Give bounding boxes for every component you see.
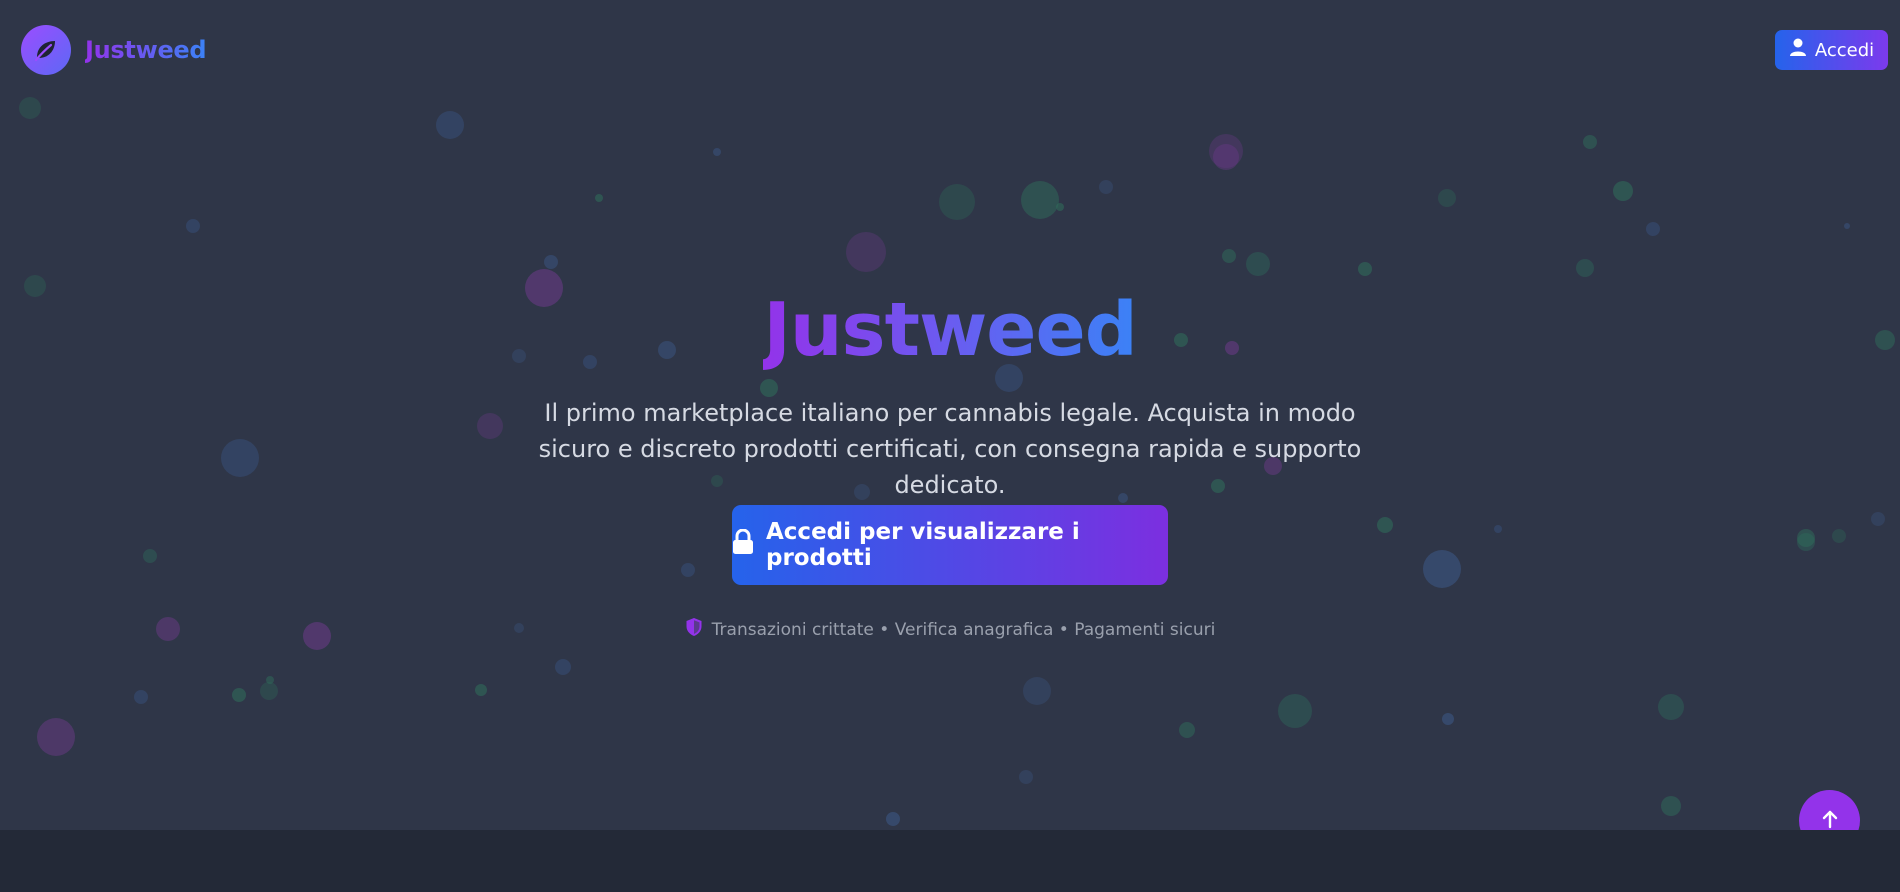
- bubble-decoration: [436, 111, 464, 139]
- login-to-view-products-button[interactable]: Accedi per visualizzare i prodotti: [732, 505, 1168, 585]
- bubble-decoration: [1613, 181, 1633, 201]
- bubble-decoration: [221, 439, 259, 477]
- bubble-decoration: [1179, 722, 1195, 738]
- hero-title-text: Justweed: [763, 287, 1137, 373]
- bubble-decoration: [186, 219, 200, 233]
- bubble-decoration: [477, 413, 503, 439]
- bubble-decoration: [1494, 525, 1502, 533]
- bubble-decoration: [232, 688, 246, 702]
- bubble-decoration: [260, 682, 278, 700]
- bubble-decoration: [1438, 189, 1456, 207]
- bubble-decoration: [713, 148, 721, 156]
- bubble-decoration: [1099, 180, 1113, 194]
- bubble-decoration: [37, 718, 75, 756]
- lock-icon: [732, 528, 754, 561]
- bubble-decoration: [1019, 770, 1033, 784]
- login-button[interactable]: Accedi: [1775, 30, 1888, 70]
- bubble-decoration: [1583, 135, 1597, 149]
- bubble-decoration: [1377, 517, 1393, 533]
- bubble-decoration: [555, 659, 571, 675]
- brand-name: Justweed: [85, 36, 207, 64]
- bubble-decoration: [1209, 134, 1243, 168]
- bubble-decoration: [1871, 512, 1885, 526]
- user-icon: [1789, 38, 1807, 62]
- bubble-decoration: [1844, 223, 1850, 229]
- cta-label: Accedi per visualizzare i prodotti: [766, 519, 1080, 571]
- bubble-decoration: [544, 255, 558, 269]
- arrow-up-icon: [1821, 809, 1839, 831]
- bubble-decoration: [134, 690, 148, 704]
- hero-subtitle: Il primo marketplace italiano per cannab…: [538, 399, 1362, 499]
- security-text: Transazioni crittate • Verifica anagrafi…: [711, 619, 1216, 640]
- bubble-decoration: [1056, 203, 1064, 211]
- page: Justweed Accedi Justweed Il primo market…: [0, 0, 1900, 892]
- bubble-decoration: [143, 549, 157, 563]
- bubble-decoration: [1423, 550, 1461, 588]
- bubble-decoration: [1646, 222, 1660, 236]
- bubble-decoration: [475, 684, 487, 696]
- footer: [0, 830, 1900, 892]
- bubble-decoration: [1832, 529, 1846, 543]
- bubble-decoration: [886, 812, 900, 826]
- bubble-decoration: [1661, 796, 1681, 816]
- bubble-decoration: [1358, 262, 1372, 276]
- bubble-decoration: [681, 563, 695, 577]
- bubble-decoration: [1246, 252, 1270, 276]
- bubble-decoration: [1021, 181, 1059, 219]
- shield-icon: [685, 617, 703, 642]
- hero-title: Justweed: [0, 285, 1900, 375]
- bubble-decoration: [1222, 249, 1236, 263]
- bubble-decoration: [1576, 259, 1594, 277]
- bubble-decoration: [1442, 713, 1454, 725]
- bubble-decoration: [19, 97, 41, 119]
- bubble-decoration: [846, 232, 886, 272]
- security-note: Transazioni crittate • Verifica anagrafi…: [0, 617, 1900, 642]
- bubble-decoration: [1797, 533, 1815, 551]
- leaf-icon: [21, 25, 71, 75]
- bubble-decoration: [595, 194, 603, 202]
- brand-logo[interactable]: Justweed: [21, 25, 207, 75]
- bubble-decoration: [1278, 694, 1312, 728]
- bubble-decoration: [1023, 677, 1051, 705]
- bubble-decoration: [1658, 694, 1684, 720]
- login-button-label: Accedi: [1814, 39, 1875, 61]
- hero-section: Justweed Accedi Justweed Il primo market…: [0, 0, 1900, 830]
- bubble-decoration: [939, 184, 975, 220]
